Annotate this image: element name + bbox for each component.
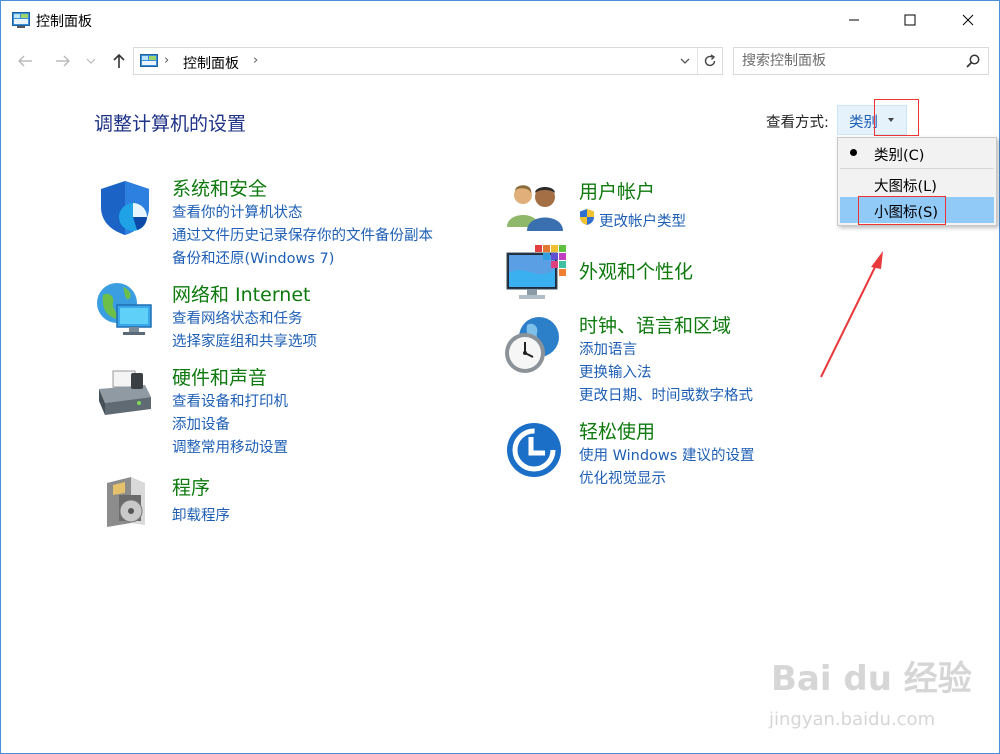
personalization-icon[interactable]: [505, 243, 569, 303]
printer-icon[interactable]: [95, 367, 155, 419]
link-add-language[interactable]: 添加语言: [579, 338, 637, 359]
annotation-highlight-box: [874, 99, 919, 136]
watermark-brand: Bai du 经验: [771, 659, 972, 699]
annotation-highlight-box: [858, 196, 946, 225]
category-title-user-accounts[interactable]: 用户帐户: [579, 177, 655, 204]
link-mobility-settings[interactable]: 调整常用移动设置: [172, 436, 288, 457]
menu-separator: [840, 168, 994, 169]
minimize-button[interactable]: [831, 1, 877, 39]
menu-item-label: 类别(C): [874, 148, 925, 164]
control-panel-icon: [12, 12, 30, 28]
page-title: 调整计算机的设置: [94, 113, 247, 135]
navigation-bar: › 控制面板 ›: [1, 43, 999, 79]
arrow-right-icon: [56, 55, 71, 67]
selected-bullet-icon: [850, 149, 857, 156]
address-bar[interactable]: › 控制面板 ›: [133, 47, 723, 75]
link-file-history-backup[interactable]: 通过文件历史记录保存你的文件备份副本: [172, 224, 433, 245]
breadcrumb-separator-icon[interactable]: ›: [164, 53, 169, 68]
category-title-network-internet[interactable]: 网络和 Internet: [172, 280, 310, 307]
shield-icon[interactable]: [97, 179, 153, 237]
menu-item-category[interactable]: 类别(C): [840, 140, 994, 166]
link-devices-printers[interactable]: 查看设备和打印机: [172, 390, 288, 411]
watermark-url: jingyan.baidu.com: [769, 709, 936, 730]
breadcrumb-control-panel[interactable]: 控制面板: [183, 53, 239, 73]
clock-globe-icon[interactable]: [501, 315, 563, 377]
network-globe-icon[interactable]: [95, 281, 157, 339]
link-change-input-method[interactable]: 更换输入法: [579, 361, 652, 382]
link-view-computer-status[interactable]: 查看你的计算机状态: [172, 201, 303, 222]
maximize-icon: [904, 14, 916, 26]
window-title: 控制面板: [36, 14, 92, 30]
breadcrumb-separator-icon[interactable]: ›: [253, 53, 258, 68]
link-optimize-visual-display[interactable]: 优化视觉显示: [579, 467, 666, 488]
address-history-button[interactable]: [674, 48, 696, 74]
category-title-ease-of-access[interactable]: 轻松使用: [579, 417, 655, 444]
link-network-status[interactable]: 查看网络状态和任务: [172, 307, 303, 328]
link-date-time-format[interactable]: 更改日期、时间或数字格式: [579, 384, 753, 405]
category-title-system-security[interactable]: 系统和安全: [172, 174, 267, 201]
baidu-watermark: Bai du 经验: [771, 651, 972, 700]
up-button[interactable]: [107, 49, 131, 73]
link-recommended-settings[interactable]: 使用 Windows 建议的设置: [579, 444, 754, 465]
recent-locations-button[interactable]: [83, 49, 99, 73]
refresh-icon: [704, 54, 716, 67]
menu-item-large-icons[interactable]: 大图标(L): [840, 171, 994, 197]
title-bar: 控制面板: [1, 1, 999, 39]
category-title-programs[interactable]: 程序: [172, 473, 210, 500]
forward-button[interactable]: [51, 49, 75, 73]
chevron-down-icon: [680, 58, 690, 64]
search-input[interactable]: [734, 48, 959, 74]
category-title-clock-region[interactable]: 时钟、语言和区域: [579, 311, 731, 338]
view-by-label: 查看方式:: [766, 115, 829, 131]
link-change-account-type[interactable]: 更改帐户类型: [599, 210, 686, 231]
link-backup-restore[interactable]: 备份和还原(Windows 7): [172, 247, 334, 268]
programs-icon[interactable]: [101, 473, 151, 529]
close-button[interactable]: [945, 1, 991, 39]
category-title-appearance[interactable]: 外观和个性化: [579, 257, 693, 284]
back-button[interactable]: [13, 49, 37, 73]
search-icon[interactable]: [966, 54, 980, 68]
link-uninstall-program[interactable]: 卸载程序: [172, 504, 230, 525]
control-panel-window: 控制面板 › 控制面板 › 搜索控制面板 调整计算机的设置 查看方式: 类别 系…: [0, 0, 1000, 754]
maximize-button[interactable]: [887, 1, 933, 39]
close-icon: [962, 14, 974, 26]
link-homegroup-sharing[interactable]: 选择家庭组和共享选项: [172, 330, 317, 351]
arrow-up-icon: [113, 53, 125, 68]
menu-item-label: 大图标(L): [874, 179, 937, 195]
link-add-device[interactable]: 添加设备: [172, 413, 230, 434]
category-title-hardware-sound[interactable]: 硬件和声音: [172, 363, 267, 390]
users-icon[interactable]: [505, 181, 563, 231]
arrow-left-icon: [17, 55, 32, 67]
chevron-down-icon: [86, 58, 96, 64]
search-box[interactable]: [733, 47, 989, 75]
uac-shield-icon: [580, 209, 594, 225]
minimize-icon: [849, 19, 859, 21]
refresh-button[interactable]: [697, 48, 722, 74]
control-panel-icon: [140, 54, 158, 69]
ease-of-access-icon[interactable]: [505, 421, 563, 479]
